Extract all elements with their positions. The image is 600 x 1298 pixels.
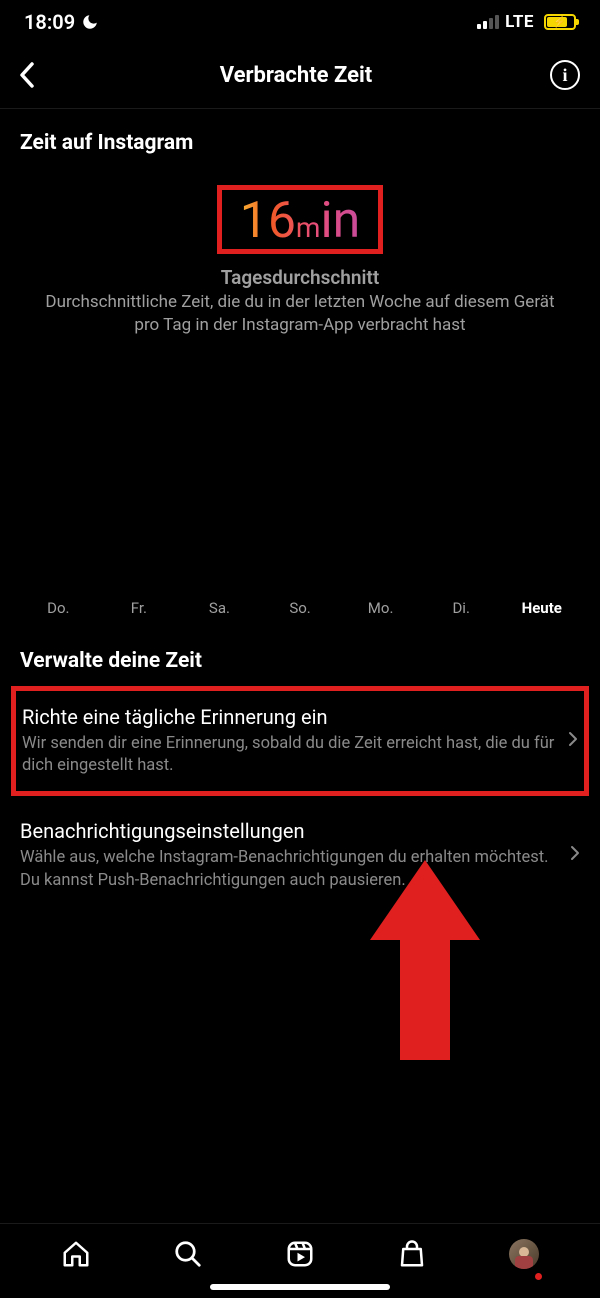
reels-tab[interactable] [284,1238,316,1270]
nav-header: Verbrachte Zeit i [0,42,600,109]
section-heading-time: Zeit auf Instagram [0,109,600,165]
chart-category-label: Fr. [109,599,170,617]
daily-average-block: 16min Tagesdurchschnitt Durchschnittlich… [0,165,600,347]
chevron-right-icon [570,845,580,866]
info-icon: i [562,65,567,86]
back-button[interactable] [12,60,42,90]
chart-category-label: Do. [28,599,89,617]
chart-bars [28,387,572,587]
home-indicator [210,1284,390,1290]
avg-value: 16min [240,192,361,250]
chevron-right-icon [568,731,578,752]
chart-labels: Do. Fr. Sa. So. Mo. Di. Heute [28,599,572,617]
avg-highlight-box: 16min [217,185,384,254]
home-tab[interactable] [60,1238,92,1270]
chevron-left-icon [19,62,35,88]
chart-category-label: Mo. [350,599,411,617]
avg-unit-m: m [296,211,321,244]
search-icon [173,1239,203,1269]
setting-description: Wir senden dir eine Erinnerung, sobald d… [22,733,556,778]
avg-unit-rest: in [320,192,360,250]
setting-title: Benachrichtigungseinstellungen [20,819,558,843]
setting-text: Richte eine tägliche Erinnerung ein Wir s… [22,705,556,778]
status-right: LTE ⚡ [477,12,576,32]
setting-title: Richte eine tägliche Erinnerung ein [22,705,556,729]
notification-dot-icon [535,1273,542,1280]
status-time: 18:09 [24,10,75,34]
battery-icon: ⚡ [544,14,576,30]
chart-category-label: So. [270,599,331,617]
setting-description: Wähle aus, welche Instagram-Benachrichti… [20,847,558,892]
usage-chart: Do. Fr. Sa. So. Mo. Di. Heute [0,347,600,627]
setting-item[interactable]: Richte eine tägliche Erinnerung ein Wir s… [12,687,588,796]
settings-list: Richte eine tägliche Erinnerung ein Wir s… [0,687,600,912]
avg-label: Tagesdurchschnitt [20,266,580,289]
reels-icon [285,1239,315,1269]
shop-icon [397,1239,427,1269]
profile-tab[interactable] [508,1238,540,1270]
avatar-icon [509,1239,539,1269]
status-bar: 18:09 LTE ⚡ [0,0,600,42]
avg-number-value: 16 [240,192,296,250]
page-title: Verbrachte Zeit [220,63,373,88]
chart-category-label: Sa. [189,599,250,617]
search-tab[interactable] [172,1238,204,1270]
section-heading-manage: Verwalte deine Zeit [0,627,600,683]
signal-icon [477,15,499,29]
do-not-disturb-icon [81,13,99,31]
setting-text: Benachrichtigungseinstellungen Wähle aus,… [20,819,558,892]
home-icon [61,1239,91,1269]
avg-description: Durchschnittliche Zeit, die du in der le… [20,289,580,337]
network-label: LTE [505,12,534,32]
chart-category-label: Di. [431,599,492,617]
shop-tab[interactable] [396,1238,428,1270]
status-left: 18:09 [24,10,99,34]
info-button[interactable]: i [550,60,580,90]
setting-item[interactable]: Benachrichtigungseinstellungen Wähle aus,… [0,799,600,912]
chart-category-label: Heute [511,599,572,617]
